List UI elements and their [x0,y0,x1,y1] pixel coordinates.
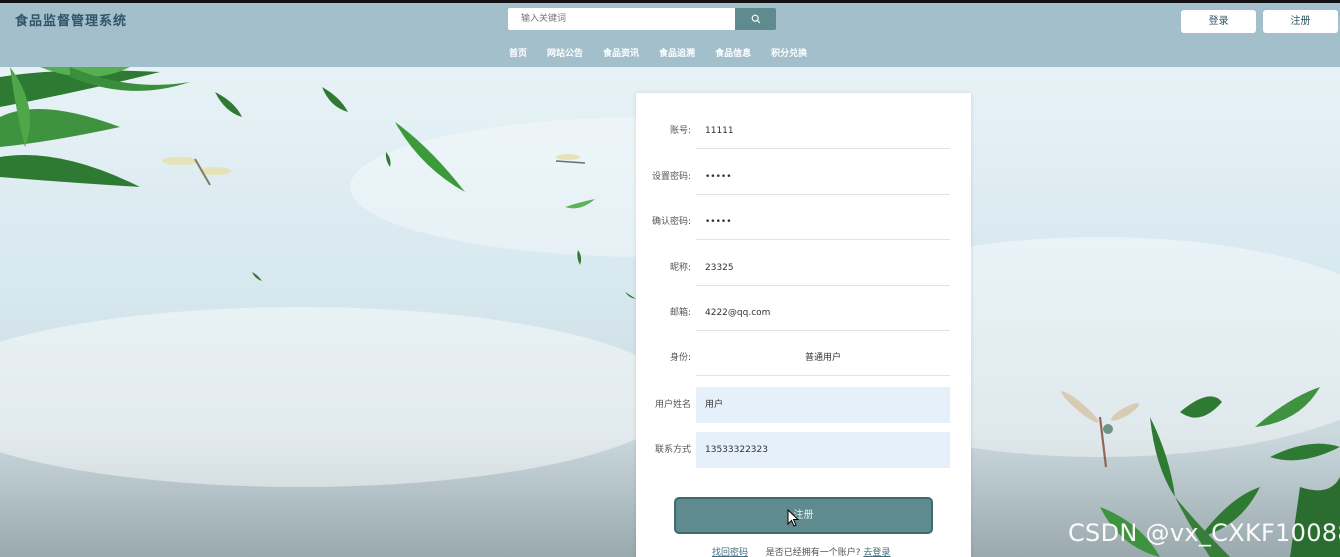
form-row-role: 身份: 普通用户 [636,340,971,376]
form-row-account: 账号: 11111 [636,113,971,149]
form-row-password: 设置密码: ••••• [636,159,971,195]
form-row-phone: 联系方式 13533322323 [636,432,971,468]
account-label: 账号: [669,126,691,136]
role-select[interactable]: 普通用户 [696,340,950,376]
username-label: 用户姓名 [654,400,691,410]
site-title: 食品监督管理系统 [15,14,128,29]
submit-register-button[interactable]: 注册 [674,497,933,534]
username-input[interactable]: 用户 [696,387,950,423]
nav-item-points-exchange[interactable]: 积分兑换 [761,46,817,62]
nickname-label: 昵称: [669,263,691,273]
nav-item-announcements[interactable]: 网站公告 [537,46,593,62]
nickname-input[interactable]: 23325 [696,250,950,286]
search-input[interactable] [508,8,735,30]
mouse-pointer-icon [787,509,799,527]
header-bar: 食品监督管理系统 首页 网站公告 食品资讯 食品追溯 食品信息 积分兑换 登录 … [0,0,1340,67]
login-button[interactable]: 登录 [1181,10,1256,33]
have-account-text: 是否已经拥有一个账户? [765,548,861,557]
form-row-nickname: 昵称: 23325 [636,250,971,286]
go-login-link[interactable]: 去登录 [863,548,890,557]
form-footer-links: 找回密码 是否已经拥有一个账户? 去登录 [712,545,890,557]
main-nav: 首页 网站公告 食品资讯 食品追溯 食品信息 积分兑换 [499,46,817,62]
phone-input[interactable]: 13533322323 [696,432,950,468]
password-input[interactable]: ••••• [696,159,950,195]
form-row-username: 用户姓名 用户 [636,387,971,423]
account-input[interactable]: 11111 [696,113,950,149]
form-row-confirm-password: 确认密码: ••••• [636,204,971,240]
phone-label: 联系方式 [654,445,691,455]
confirm-password-input[interactable]: ••••• [696,204,950,240]
search-button[interactable] [735,8,776,30]
form-row-email: 邮箱: 4222@qq.com [636,295,971,331]
register-button[interactable]: 注册 [1263,10,1338,33]
search-box [508,8,776,30]
search-icon [751,14,760,24]
nav-item-food-news[interactable]: 食品资讯 [593,46,649,62]
dragonfly-left [162,157,231,186]
role-label: 身份: [669,353,691,363]
confirm-password-label: 确认密码: [651,217,691,227]
nav-item-food-trace[interactable]: 食品追溯 [649,46,705,62]
register-form-panel: 账号: 11111 设置密码: ••••• 确认密码: ••••• 昵称: 23… [636,93,971,557]
watermark-text: CSDN @vx_CXKF10088 [1068,519,1340,547]
nav-item-home[interactable]: 首页 [499,46,537,62]
nav-item-food-info[interactable]: 食品信息 [705,46,761,62]
password-label: 设置密码: [651,172,691,182]
forgot-password-link[interactable]: 找回密码 [712,548,748,557]
email-label: 邮箱: [669,308,691,318]
email-input[interactable]: 4222@qq.com [696,295,950,331]
